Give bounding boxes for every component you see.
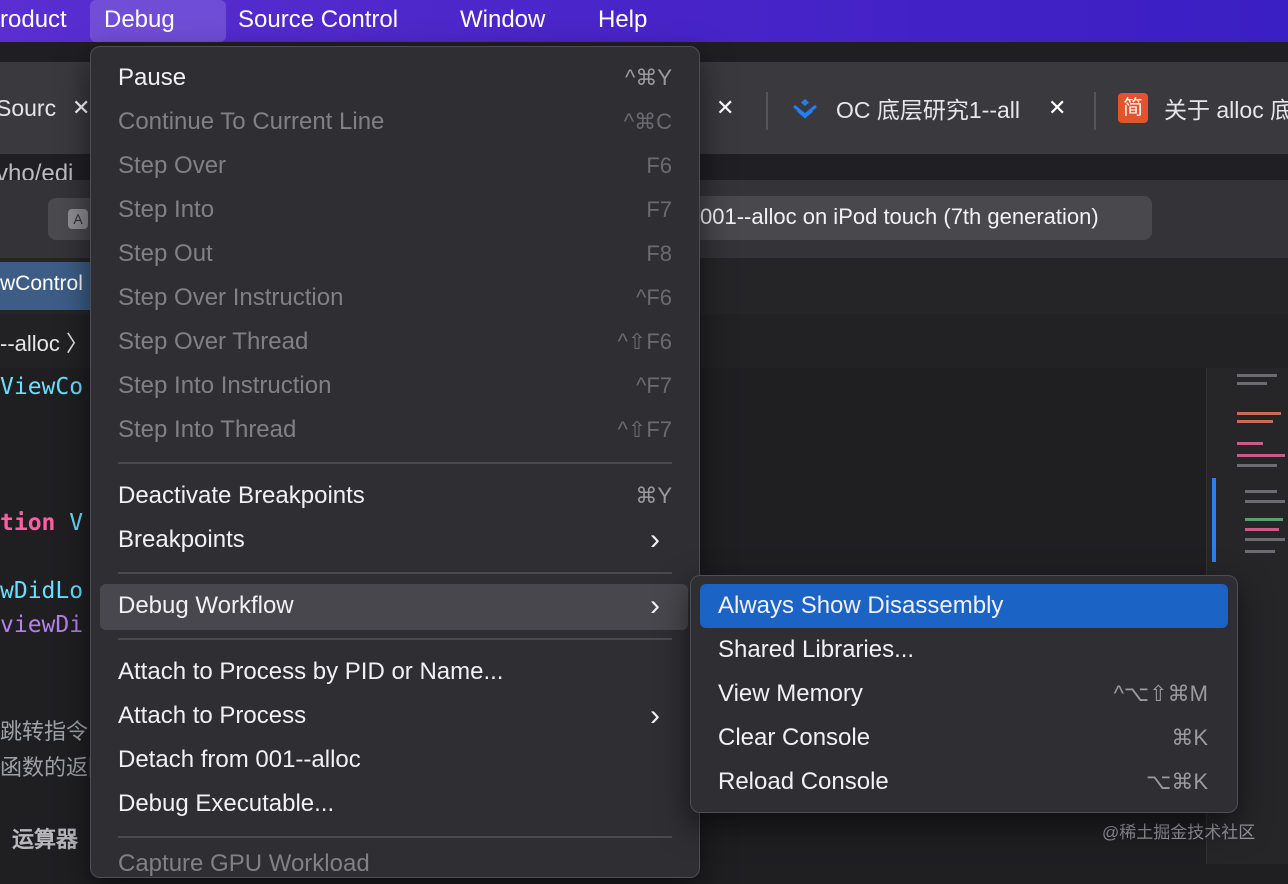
menu-item-reload-console[interactable]: Reload Console [718, 762, 889, 802]
shortcut-label: ^⇧F6 [617, 329, 672, 354]
browser-tab[interactable]: OC 底层研究1--all ✕ [790, 62, 1066, 154]
menu-separator [118, 836, 672, 838]
code-line: tion V [0, 510, 83, 536]
menu-window[interactable]: Window [446, 0, 559, 42]
code-keyword: tion [0, 510, 56, 536]
menu-item-step-into-thread[interactable]: Step Into Thread [118, 410, 296, 450]
shortcut-label: ^F7 [636, 373, 672, 398]
code-comment: 跳转指令 [0, 719, 89, 744]
editor-tab-active[interactable]: wControl [0, 262, 92, 310]
menu-item-step-into[interactable]: Step Into [118, 190, 214, 230]
menu-source-control[interactable]: Source Control [224, 0, 412, 42]
menu-item-clear-console[interactable]: Clear Console [718, 718, 870, 758]
code-identifier: V [55, 510, 84, 536]
shortcut-label: ⌘K [1171, 725, 1208, 750]
shortcut-label: F7 [646, 197, 672, 222]
jump-bar-path[interactable]: --alloc 〉 [0, 326, 88, 358]
code-heading: 运算器 [12, 827, 79, 852]
watermark: @稀土掘金技术社区 [1102, 823, 1256, 842]
menu-item-step-into-instruction[interactable]: Step Into Instruction [118, 366, 331, 406]
tab-title: OC 底层研究1--all [836, 97, 1021, 123]
menu-bar: roduct Debug Source Control Window Help [0, 0, 1288, 42]
menu-item-shared-libraries[interactable]: Shared Libraries... [718, 630, 914, 670]
menu-separator [118, 462, 672, 464]
menu-item-continue-to-current-line[interactable]: Continue To Current Line [118, 102, 384, 142]
code-line: ViewCo [0, 374, 84, 400]
chevron-right-icon: › [650, 589, 660, 622]
app-icon: A [68, 209, 88, 229]
tab-title: Sourc [0, 94, 57, 121]
shortcut-label: ⌥⌘K [1145, 769, 1208, 794]
menu-separator [118, 638, 672, 640]
editor-tab-label: wControl [0, 272, 83, 295]
shortcut-label: ⌘Y [635, 483, 672, 508]
menu-item-deactivate-breakpoints[interactable]: Deactivate Breakpoints [118, 476, 365, 516]
close-icon[interactable]: ✕ [1048, 95, 1066, 121]
shortcut-label: ^⌘C [623, 109, 672, 134]
menu-item-step-over-thread[interactable]: Step Over Thread [118, 322, 308, 362]
chevron-right-icon: › [650, 699, 660, 732]
shortcut-label: ^⇧F7 [617, 417, 672, 442]
code-line: viewDi [0, 612, 84, 638]
minimap-scroll-indicator[interactable] [1212, 478, 1216, 562]
menu-item-attach-by-pid[interactable]: Attach to Process by PID or Name... [118, 652, 503, 692]
shortcut-label: ^⌘Y [625, 65, 672, 90]
menu-item-view-memory[interactable]: View Memory [718, 674, 863, 714]
menu-item-always-show-disassembly[interactable]: Always Show Disassembly [718, 586, 1003, 626]
tab-title: 关于 alloc 底 [1164, 97, 1288, 123]
menu-item-debug-executable[interactable]: Debug Executable... [118, 784, 334, 824]
browser-tab[interactable]: 简 关于 alloc 底 [1118, 62, 1288, 154]
menu-debug[interactable]: Debug [90, 0, 226, 42]
menu-item-attach-to-process[interactable]: Attach to Process [118, 696, 306, 736]
menu-product[interactable]: roduct [0, 0, 81, 42]
close-icon[interactable]: ✕ [72, 95, 90, 121]
close-icon[interactable]: ✕ [716, 95, 734, 121]
code-line: wDidLo [0, 578, 84, 604]
menu-item-step-over-instruction[interactable]: Step Over Instruction [118, 278, 343, 318]
menu-help[interactable]: Help [584, 0, 661, 42]
browser-tab[interactable]: Sourc ✕ [0, 62, 90, 154]
scheme-label: 001--alloc on iPod touch (7th generation… [700, 204, 1099, 229]
menu-item-step-out[interactable]: Step Out [118, 234, 213, 274]
menu-item-step-over[interactable]: Step Over [118, 146, 226, 186]
menu-item-capture-gpu-workload[interactable]: Capture GPU Workload [118, 844, 370, 884]
juejin-logo-icon [793, 99, 817, 119]
jianshu-logo-icon: 简 [1118, 93, 1148, 123]
menu-item-debug-workflow[interactable]: Debug Workflow [118, 586, 294, 626]
shortcut-label: F8 [646, 241, 672, 266]
chevron-right-icon: › [650, 523, 660, 556]
menu-separator [118, 572, 672, 574]
tab-divider [766, 92, 768, 130]
shortcut-label: ^⌥⇧⌘M [1113, 681, 1208, 706]
tab-divider [1094, 92, 1096, 130]
shortcut-label: ^F6 [636, 285, 672, 310]
shortcut-label: F6 [646, 153, 672, 178]
menu-item-detach[interactable]: Detach from 001--alloc [118, 740, 361, 780]
menu-item-breakpoints[interactable]: Breakpoints [118, 520, 245, 560]
menu-item-pause[interactable]: Pause [118, 58, 186, 98]
